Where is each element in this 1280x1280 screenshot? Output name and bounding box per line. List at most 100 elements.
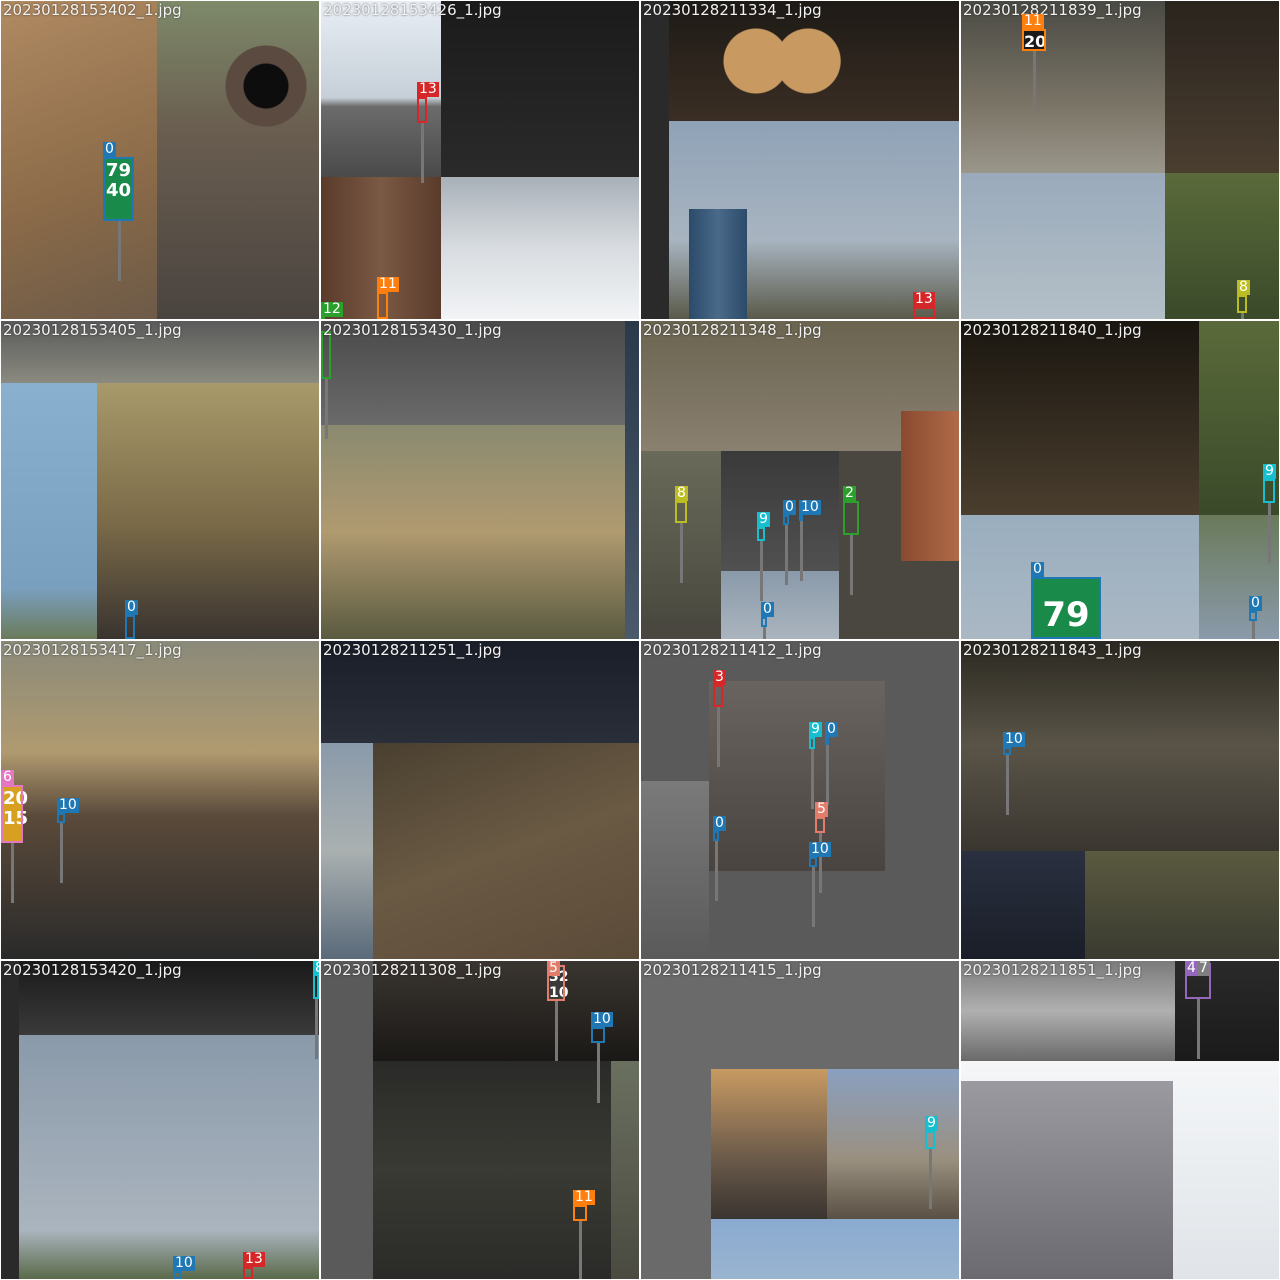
- tile-filename: 20230128211334_1.jpg: [643, 1, 822, 19]
- sign-pole: [597, 1043, 600, 1103]
- sign-pole: [421, 123, 424, 183]
- detection-class-label: 0: [761, 601, 774, 617]
- detection-box: [173, 1271, 181, 1279]
- detection-box: [243, 1267, 253, 1279]
- detection-class-label: 7: [1197, 961, 1210, 976]
- detection-box: [417, 97, 427, 123]
- image-patch: [1165, 1, 1279, 173]
- tile-filename: 20230128153430_1.jpg: [323, 321, 502, 339]
- tile-filename: 20230128211412_1.jpg: [643, 641, 822, 659]
- image-patch: [1199, 515, 1279, 639]
- image-patch: [641, 781, 709, 959]
- image-patch: [961, 851, 1085, 959]
- detection-box: [809, 737, 815, 749]
- image-patch: [901, 411, 959, 561]
- mosaic-tile: 0 20230128153405_1.jpg: [1, 321, 319, 639]
- mosaic-tile: 79 40 0 20230128153402_1.jpg: [1, 1, 319, 319]
- sign-pole: [812, 867, 815, 927]
- detection-class-label: 10: [809, 841, 831, 857]
- detection-class-label: 5: [815, 801, 828, 817]
- image-patch: [711, 1219, 959, 1279]
- image-patch: [611, 1061, 639, 1279]
- tile-filename: 20230128211843_1.jpg: [963, 641, 1142, 659]
- sign-pole: [760, 541, 763, 601]
- detection-class-label: 13: [417, 81, 439, 97]
- detection-box: [815, 817, 825, 833]
- sign-pole: [1268, 503, 1271, 563]
- image-patch: [441, 1, 639, 177]
- sign-pole: [826, 745, 829, 805]
- mosaic-canvas: 7 9 4 0 0 20230128153402_1.jpg 13 11 12 20230128…: [0, 0, 1280, 1280]
- detection-box: [761, 617, 767, 627]
- detection-class-label: 13: [913, 291, 935, 307]
- mosaic-tile: 9 20230128211415_1.jpg: [641, 961, 959, 1279]
- tile-filename: 20230128211308_1.jpg: [323, 961, 502, 979]
- detection-box: [591, 1027, 605, 1043]
- tile-filename: 20230128153417_1.jpg: [3, 641, 182, 659]
- mosaic-tile: 8 13 10 20230128153420_1.jpg: [1, 961, 319, 1279]
- image-patch: [721, 571, 839, 639]
- tile-filename: 20230128153405_1.jpg: [3, 321, 182, 339]
- detection-class-label: 11: [1022, 13, 1044, 29]
- image-patch: [441, 177, 639, 319]
- detection-class-label: 0: [783, 499, 796, 515]
- sign-pole: [1033, 51, 1036, 111]
- detection-class-label: 11: [573, 1189, 595, 1205]
- detection-class-label: 8: [675, 485, 688, 501]
- detection-class-label: 0: [1031, 561, 1044, 577]
- detection-box: [799, 515, 803, 521]
- sign-pole: [555, 1001, 558, 1061]
- tile-filename: 20230128211851_1.jpg: [963, 961, 1142, 979]
- image-patch: [373, 1061, 611, 1279]
- mosaic-tile: 32 10 5 10 11 20230128211308_1.jpg: [321, 961, 639, 1279]
- mosaic-tile: 8 9 0 10 2 0 20230128211348_1.jpg: [641, 321, 959, 639]
- image-patch: [669, 1, 959, 121]
- image-patch: [961, 321, 1199, 515]
- image-patch: [961, 173, 1165, 319]
- detection-box: [713, 685, 723, 707]
- image-patch: [1165, 173, 1279, 319]
- detection-class-label: 4: [1185, 961, 1198, 976]
- detection-class-label: 0: [1249, 595, 1262, 611]
- detection-class-label: 0: [103, 141, 116, 157]
- image-patch: [625, 321, 639, 639]
- tile-filename: 20230128211251_1.jpg: [323, 641, 502, 659]
- sign-pole: [717, 707, 720, 767]
- mosaic-tile: 9 79 0 0 20230128211840_1.jpg: [961, 321, 1279, 639]
- image-patch: [1, 383, 97, 639]
- detection-class-label: 9: [1263, 463, 1276, 479]
- detection-box: [1003, 747, 1011, 755]
- detection-class-label: 2: [843, 485, 856, 501]
- detection-class-label: 11: [377, 276, 399, 292]
- sign-pole: [800, 521, 803, 581]
- image-patch: [961, 1081, 1173, 1279]
- image-patch: [19, 1035, 319, 1279]
- image-patch: [221, 31, 311, 131]
- detection-class-label: 10: [173, 1255, 195, 1271]
- mosaic-tile: 13 11 12 20230128153426_1.jpg: [321, 1, 639, 319]
- detection-class-label: 9: [925, 1115, 938, 1131]
- detection-box: [783, 515, 789, 525]
- detection-box: [1237, 295, 1247, 313]
- sign-pole: [11, 843, 14, 903]
- detection-box: [377, 292, 388, 319]
- detection-box: [1022, 29, 1046, 51]
- sign-pole: [680, 523, 683, 583]
- tile-filename: 20230128211415_1.jpg: [643, 961, 822, 979]
- detection-class-label: 12: [321, 301, 343, 317]
- sign-pole: [785, 525, 788, 585]
- image-patch: [689, 209, 747, 319]
- detection-box: [1263, 479, 1275, 503]
- detection-class-label: 0: [713, 815, 726, 831]
- image-patch: [711, 1069, 827, 1219]
- detection-box: [321, 317, 325, 319]
- sign-pole: [763, 627, 766, 639]
- mosaic-tile: 20 15 6 10 20230128153417_1.jpg: [1, 641, 319, 959]
- detection-class-label: 10: [1003, 731, 1025, 747]
- image-patch: [321, 743, 373, 959]
- sign-pole: [1197, 999, 1200, 1059]
- image-patch: [961, 1, 1165, 173]
- detection-class-label: 9: [809, 721, 822, 737]
- sign-pole: [850, 535, 853, 595]
- detection-class-label: 0: [825, 721, 838, 737]
